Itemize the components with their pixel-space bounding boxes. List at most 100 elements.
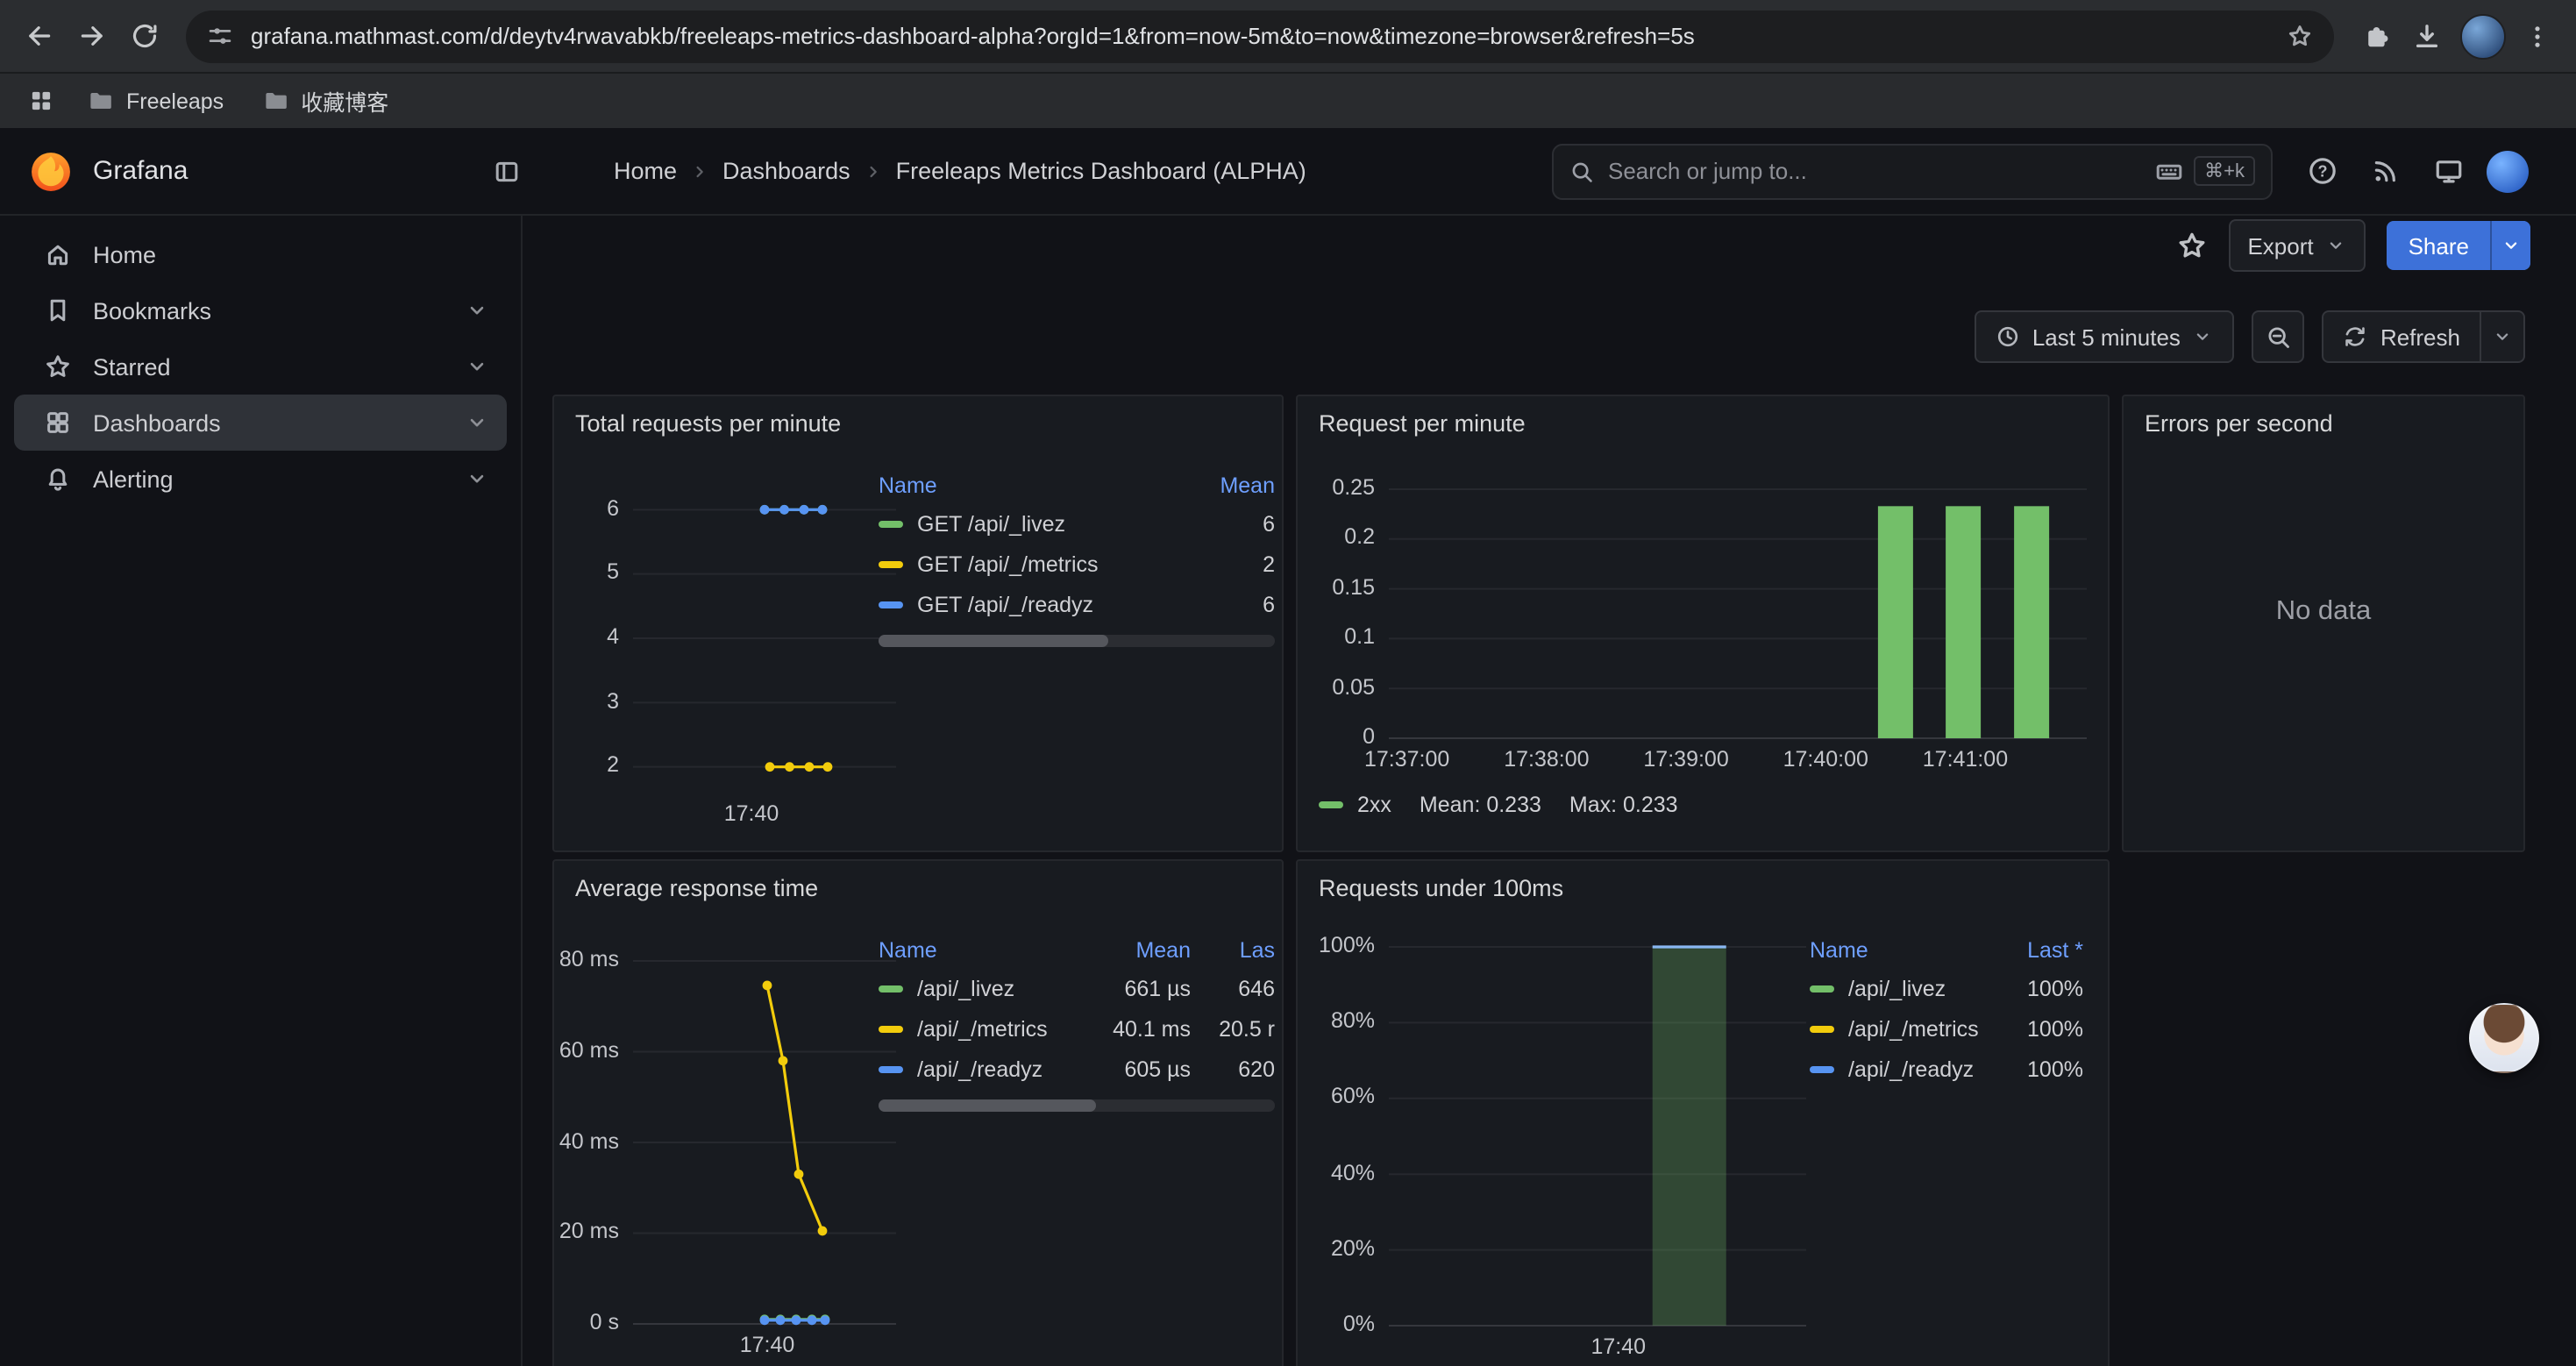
legend-item[interactable]: 2xx [1319, 793, 1391, 817]
address-bar[interactable]: grafana.mathmast.com/d/deytv4rwavabkb/fr… [186, 10, 2334, 62]
series-color-swatch [1810, 985, 1834, 992]
site-info-icon[interactable] [207, 23, 233, 49]
legend-scrollbar[interactable] [879, 635, 1275, 647]
legend-row[interactable]: /api/_livez661 µs646 [879, 968, 1275, 1008]
bookmark-star-icon[interactable] [2287, 23, 2313, 49]
breadcrumb-dashboards[interactable]: Dashboards [722, 158, 850, 184]
reload-button[interactable] [119, 11, 168, 60]
panel-title[interactable]: Errors per second [2145, 410, 2502, 437]
series-name: /api/_/readyz [1848, 1057, 1974, 1081]
bell-icon [44, 465, 72, 493]
series-value: 620 [1191, 1057, 1275, 1081]
x-axis-label: 17:40:00 [1747, 747, 1904, 772]
legend-row[interactable]: /api/_livez100% [1810, 968, 2083, 1008]
legend-row[interactable]: GET /api/_livez6 [879, 503, 1275, 544]
legend-stat: Mean: 0.233 [1420, 793, 1541, 817]
panel-title[interactable]: Total requests per minute [575, 410, 1261, 437]
search-bar[interactable]: Search or jump to... ⌘+k [1552, 143, 2273, 199]
chevron-down-icon[interactable] [465, 466, 489, 491]
url-text[interactable]: grafana.mathmast.com/d/deytv4rwavabkb/fr… [251, 23, 2269, 49]
display-button[interactable] [2423, 146, 2473, 196]
breadcrumb-home[interactable]: Home [614, 158, 677, 184]
series-name: GET /api/_/metrics [917, 551, 1099, 576]
series-color-swatch [879, 985, 903, 992]
legend-table: NameMeanLas/api/_livez661 µs646/api/_/me… [879, 931, 1275, 1112]
legend-inline: 2xxMean: 0.233Max: 0.233 [1319, 793, 1678, 817]
back-button[interactable] [14, 11, 63, 60]
search-icon [1569, 159, 1594, 183]
panel-request-per-minute: Request per minute 0.250.20.150.10.05017… [1296, 395, 2110, 852]
apps-shortcut[interactable] [18, 78, 63, 124]
y-axis-label: 2 [554, 753, 619, 778]
legend-row[interactable]: /api/_/readyz100% [1810, 1049, 2083, 1089]
series-name: GET /api/_/readyz [917, 592, 1093, 616]
sidebar-item-alerting[interactable]: Alerting [14, 451, 507, 507]
app-body: Home Bookmarks Starred Dashboards Alerti… [0, 216, 2576, 1366]
series-name: /api/_livez [917, 976, 1014, 1000]
no-data-text: No data [2124, 596, 2523, 628]
extensions-icon[interactable] [2362, 20, 2394, 52]
export-button[interactable]: Export [2228, 219, 2366, 272]
forward-button[interactable] [67, 11, 116, 60]
sidebar-item-home[interactable]: Home [14, 226, 507, 282]
series-name: 2xx [1357, 793, 1391, 817]
sidebar-toggle-button[interactable] [486, 150, 528, 192]
browser-menu-icon[interactable] [2523, 20, 2551, 52]
legend-scrollbar-thumb[interactable] [879, 1099, 1097, 1112]
share-caret[interactable] [2490, 221, 2530, 270]
legend-column-header[interactable]: Name [1810, 937, 1992, 962]
y-axis-label: 40 ms [554, 1128, 619, 1153]
refresh-interval-caret[interactable] [2480, 312, 2523, 361]
legend-column-header[interactable]: Las [1191, 937, 1275, 962]
chevron-down-icon[interactable] [465, 298, 489, 323]
grafana-logo[interactable] [28, 148, 74, 194]
legend-row[interactable]: /api/_/metrics100% [1810, 1008, 2083, 1049]
bookmark-folder-blogs[interactable]: 收藏博客 [248, 80, 402, 122]
breadcrumb-separator-icon [863, 160, 884, 181]
legend-column-header[interactable]: Mean [1094, 937, 1191, 962]
downloads-icon[interactable] [2411, 20, 2443, 52]
share-button[interactable]: Share [2387, 221, 2530, 270]
legend-column-header[interactable]: Name [879, 473, 1173, 497]
legend-row[interactable]: /api/_/metrics40.1 ms20.5 r [879, 1008, 1275, 1049]
floating-assistant-avatar[interactable] [2469, 1003, 2539, 1073]
time-range-picker[interactable]: Last 5 minutes [1975, 310, 2235, 363]
sidebar-item-label: Home [93, 241, 156, 267]
sidebar-item-bookmarks[interactable]: Bookmarks [14, 282, 507, 338]
series-value: 6 [1173, 511, 1275, 536]
legend-row[interactable]: /api/_/readyz605 µs620 [879, 1049, 1275, 1089]
legend-column-header[interactable]: Name [879, 937, 1094, 962]
sidebar-item-label: Dashboards [93, 409, 221, 436]
series-color-swatch [879, 1065, 903, 1072]
chevron-down-icon[interactable] [465, 354, 489, 379]
y-axis-label: 6 [554, 495, 619, 520]
chevron-down-icon[interactable] [465, 410, 489, 435]
sidebar-item-starred[interactable]: Starred [14, 338, 507, 395]
favorite-star-icon[interactable] [2175, 230, 2207, 261]
sidebar-item-dashboards[interactable]: Dashboards [14, 395, 507, 451]
y-axis-label: 80% [1298, 1008, 1375, 1033]
screen: grafana.mathmast.com/d/deytv4rwavabkb/fr… [0, 0, 2576, 1362]
user-avatar[interactable] [2487, 150, 2529, 192]
legend-scrollbar[interactable] [879, 1099, 1275, 1112]
panel-title[interactable]: Request per minute [1319, 410, 2087, 437]
legend-scrollbar-thumb[interactable] [879, 635, 1108, 647]
bookmark-folder-freeleaps[interactable]: Freeleaps [74, 80, 238, 122]
panel-title[interactable]: Average response time [575, 875, 1261, 901]
header-icons: ? [2297, 146, 2529, 196]
refresh-button[interactable]: Refresh [2323, 310, 2525, 363]
legend-column-header[interactable]: Mean [1173, 473, 1275, 497]
legend-row[interactable]: GET /api/_/metrics2 [879, 544, 1275, 584]
legend-row[interactable]: GET /api/_/readyz6 [879, 584, 1275, 624]
panel-title[interactable]: Requests under 100ms [1319, 875, 2087, 901]
browser-profile-avatar[interactable] [2460, 13, 2506, 59]
breadcrumb-current[interactable]: Freeleaps Metrics Dashboard (ALPHA) [896, 158, 1306, 184]
legend-table: NameLast * /api/_livez100%/api/_/metrics1… [1810, 931, 2083, 1089]
legend-column-header[interactable]: Last * [1992, 937, 2083, 962]
help-button[interactable]: ? [2297, 146, 2346, 196]
zoom-out-button[interactable] [2252, 310, 2305, 363]
refresh-icon [2344, 324, 2368, 349]
news-button[interactable] [2360, 146, 2409, 196]
header-right: Home Dashboards Freeleaps Metrics Dashbo… [551, 128, 2576, 214]
chart-plot [1298, 396, 2108, 850]
